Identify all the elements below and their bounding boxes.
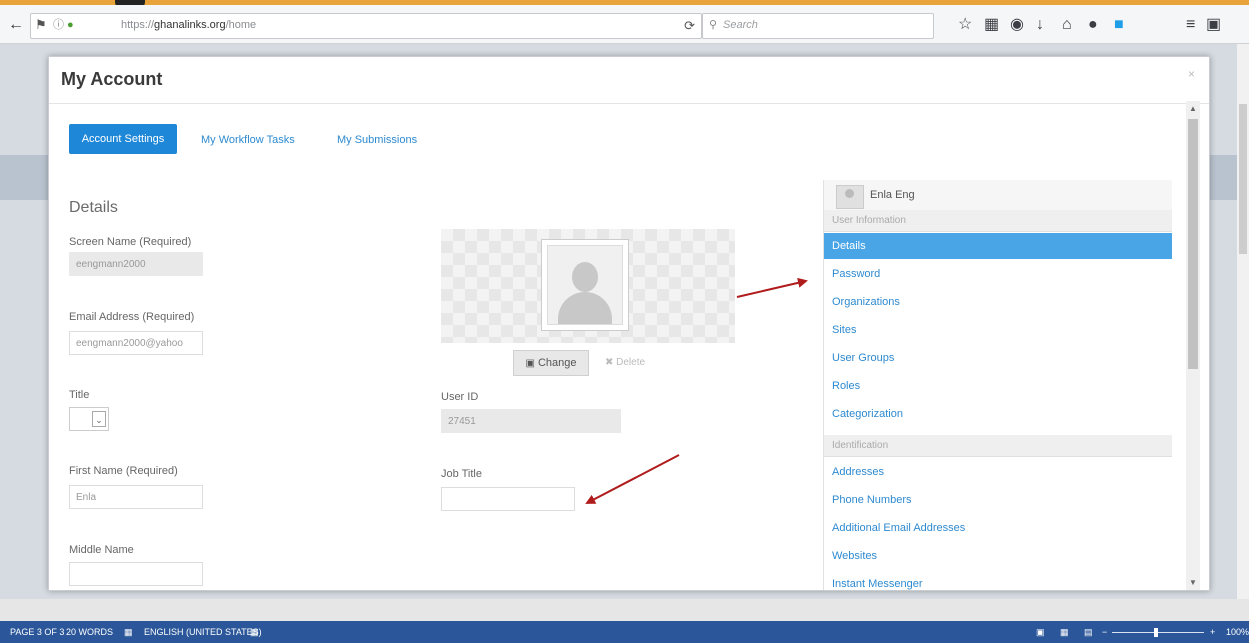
url-text: https://ghanalinks.org/home [121, 19, 257, 31]
search-placeholder: Search [723, 19, 758, 31]
language-label[interactable]: ENGLISH (UNITED STATES) [144, 627, 262, 637]
browser-toolbar: ← ⚑ ⓘ ● https://ghanalinks.org/home ⟳ ⚲ … [0, 5, 1249, 44]
lock-icon[interactable]: ● [67, 17, 74, 33]
zoom-slider-thumb[interactable] [1154, 628, 1158, 637]
page-scrollbar[interactable] [1237, 44, 1249, 599]
arrow-to-password [736, 277, 808, 298]
info-icon[interactable]: ⓘ [53, 17, 64, 33]
proofing-icon[interactable]: ▦ [124, 627, 133, 638]
zoom-out-icon[interactable]: − [1102, 627, 1107, 637]
word-count[interactable]: 20 WORDS [66, 627, 113, 637]
pocket-icon[interactable]: ◉ [1010, 17, 1024, 33]
page-scrollbar-thumb[interactable] [1239, 104, 1247, 254]
library-icon[interactable]: ▦ [984, 17, 999, 33]
bookmark-star-icon[interactable]: ☆ [958, 17, 972, 33]
zoom-in-icon[interactable]: + [1210, 627, 1215, 637]
annotation-arrows [585, 277, 808, 504]
menu-icon[interactable]: ≡ [1186, 17, 1195, 33]
read-mode-icon[interactable]: ▣ [1036, 627, 1045, 638]
zoom-level[interactable]: 100% [1226, 627, 1249, 637]
reload-icon[interactable]: ⟳ [684, 18, 695, 34]
word-status-bar: PAGE 3 OF 3 20 WORDS ▦ ENGLISH (UNITED S… [0, 621, 1249, 643]
back-icon[interactable]: ← [6, 15, 26, 35]
my-account-dialog: My Account × Account Settings My Workflo… [48, 56, 1210, 591]
arrow-to-job-title [585, 454, 680, 504]
extension-icon[interactable]: ▣ [1206, 17, 1221, 33]
search-icon: ⚲ [709, 19, 718, 31]
address-bar[interactable]: ⚑ ⓘ ● https://ghanalinks.org/home ⟳ [30, 13, 702, 39]
zoom-slider[interactable] [1112, 632, 1204, 633]
home-icon[interactable]: ⌂ [1062, 17, 1072, 33]
chat-icon[interactable]: ● [1088, 17, 1098, 33]
firefox-icon: ⚑ [35, 17, 47, 32]
page-count[interactable]: PAGE 3 OF 3 [10, 627, 64, 637]
print-layout-icon[interactable]: ▦ [1060, 627, 1069, 638]
skype-icon[interactable]: ■ [1114, 17, 1124, 33]
download-icon[interactable]: ↓ [1036, 17, 1044, 33]
window-bottom-area [0, 599, 1249, 621]
macro-icon[interactable]: ▦ [250, 627, 259, 638]
search-input[interactable]: ⚲ Search [702, 13, 934, 39]
web-layout-icon[interactable]: ▤ [1084, 627, 1093, 638]
